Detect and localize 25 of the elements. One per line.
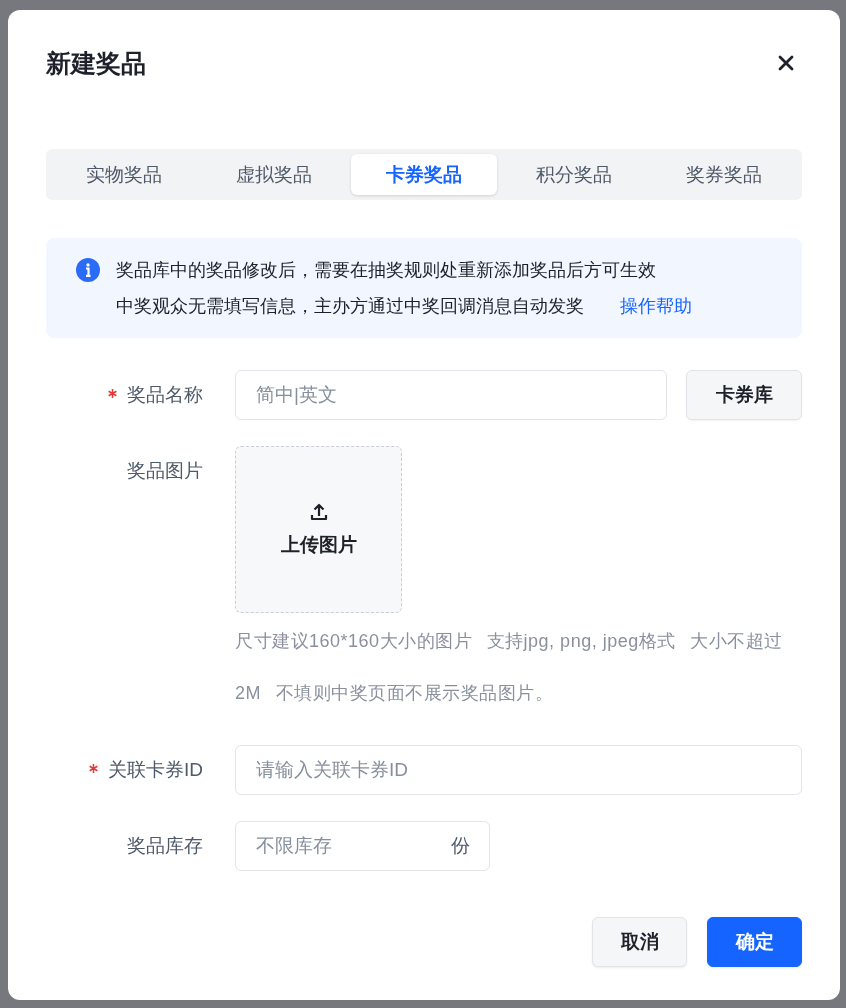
tab[interactable]: 卡券奖品	[351, 154, 497, 195]
notice-text: 中奖观众无需填写信息，主办方通过中奖回调消息自动发奖	[116, 296, 584, 316]
close-button[interactable]	[778, 55, 794, 71]
upload-image-button[interactable]: 上传图片	[235, 446, 402, 613]
close-icon	[778, 55, 794, 71]
field-label: 关联卡券ID	[108, 758, 203, 782]
cancel-button[interactable]: 取消	[592, 917, 687, 967]
field-label: 奖品图片	[127, 459, 203, 483]
tab[interactable]: 奖券奖品	[651, 154, 797, 195]
upload-icon	[308, 501, 329, 522]
field-label: 奖品库存	[127, 834, 203, 858]
upload-hint-text: 尺寸建议160*160大小的图片 支持jpg, png, jpeg格式 大小不超过2M 不填则中奖页面不展示奖品图片。	[235, 630, 784, 705]
input-field[interactable]: 简中|英文	[235, 370, 667, 420]
info-icon	[76, 258, 100, 282]
dialog-title: 新建奖品	[46, 50, 146, 76]
unit-label: 份	[451, 834, 470, 858]
input-field[interactable]: 请输入关联卡券ID	[235, 745, 802, 795]
library-button[interactable]: 卡券库	[686, 370, 802, 420]
help-link[interactable]: 操作帮助	[620, 296, 692, 316]
tab[interactable]: 实物奖品	[51, 154, 197, 195]
tab[interactable]: 虚拟奖品	[201, 154, 347, 195]
tab[interactable]: 积分奖品	[501, 154, 647, 195]
field-label: 奖品名称	[127, 383, 203, 407]
notice-text: 奖品库中的奖品修改后，需要在抽奖规则处重新添加奖品后方可生效	[116, 260, 656, 280]
confirm-button[interactable]: 确定	[707, 917, 802, 967]
